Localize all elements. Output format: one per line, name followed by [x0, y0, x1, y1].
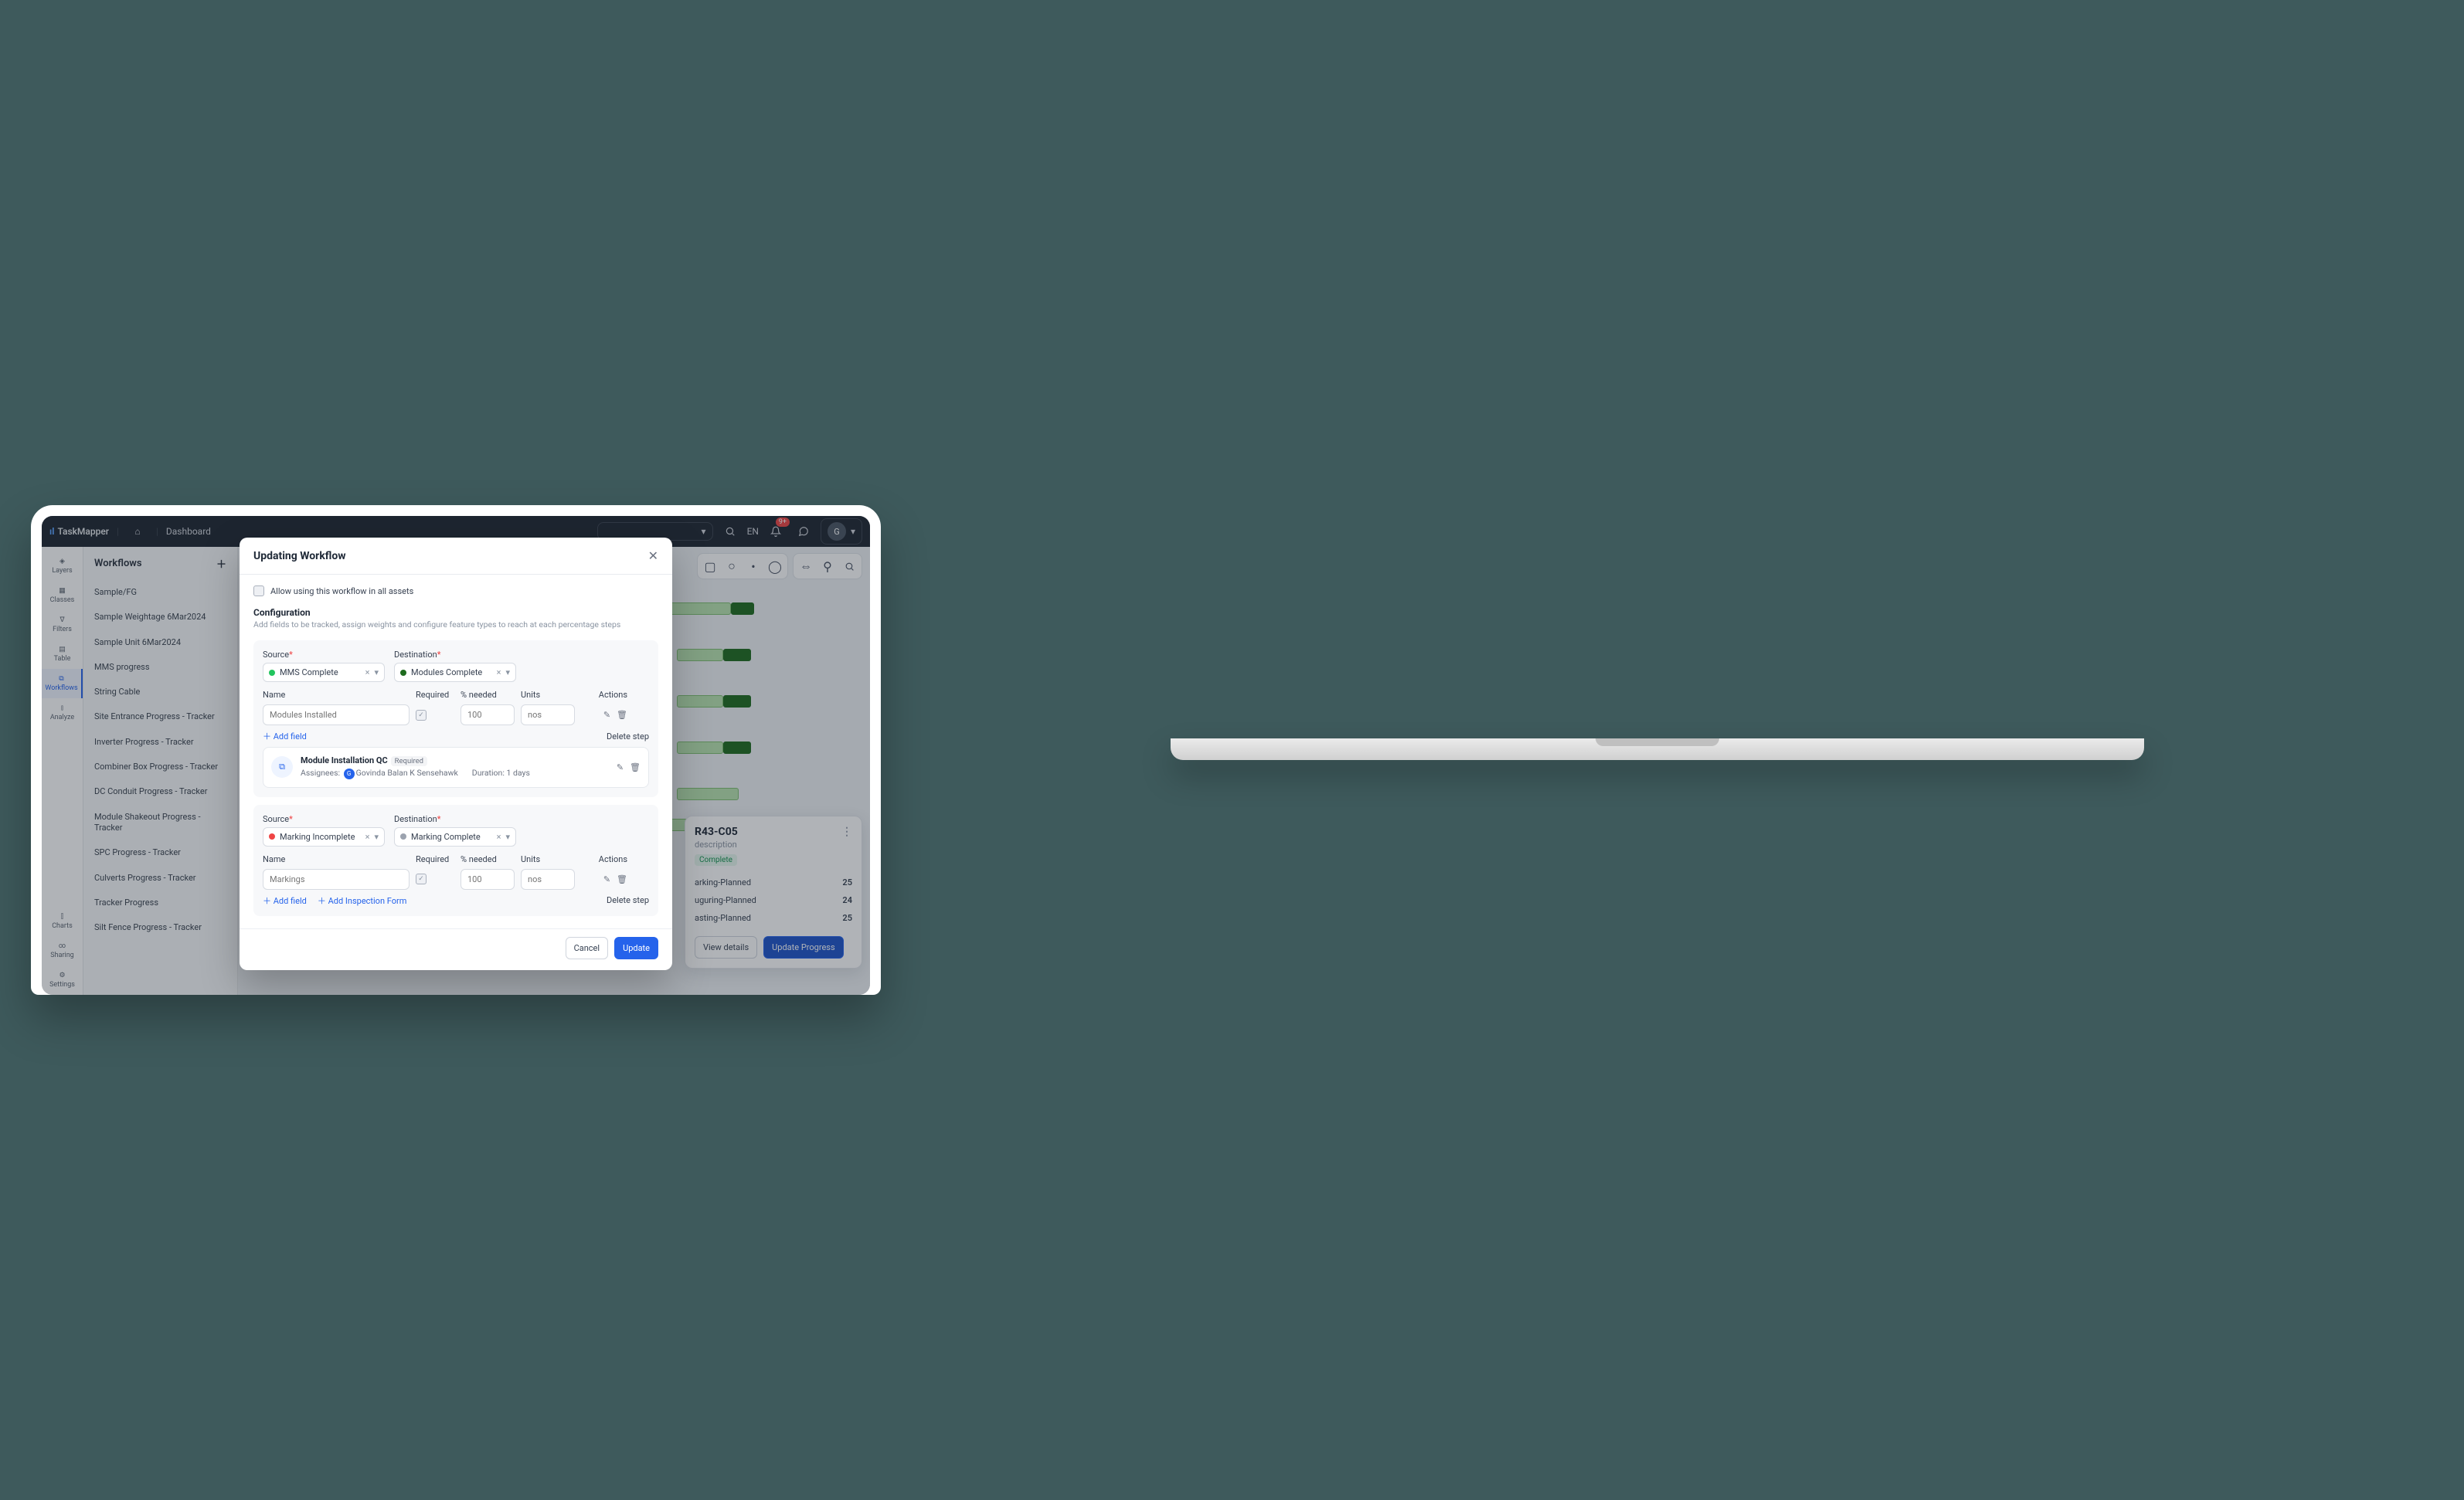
chevron-down-icon[interactable]: ▾ [374, 832, 379, 842]
source-label: Source* [263, 650, 385, 660]
dest-select[interactable]: Modules Complete×▾ [394, 663, 516, 682]
add-field-link[interactable]: ＋ Add field [263, 730, 307, 742]
dest-label: Destination* [394, 650, 516, 660]
config-heading: Configuration [253, 607, 658, 618]
delete-icon[interactable]: 🗑 [617, 710, 627, 720]
required-checkbox[interactable]: ✓ [416, 874, 427, 884]
workflow-icon: ⧉ [271, 756, 293, 778]
clear-icon[interactable]: × [365, 667, 370, 677]
qc-card: ⧉Module Installation QCRequiredAssignees… [263, 747, 649, 788]
chevron-down-icon[interactable]: ▾ [505, 832, 510, 842]
config-hint: Add fields to be tracked, assign weights… [253, 619, 658, 630]
add-field-link[interactable]: ＋ Add field [263, 894, 307, 907]
chevron-down-icon[interactable]: ▾ [505, 667, 510, 677]
add-inspection-link[interactable]: ＋ Add Inspection Form [318, 894, 407, 907]
allow-checkbox[interactable] [253, 585, 264, 596]
delete-icon[interactable]: 🗑 [630, 762, 641, 772]
units-input[interactable] [521, 704, 575, 725]
modal-backdrop: Updating Workflow ✕ Allow using this wor… [42, 516, 870, 995]
source-select[interactable]: MMS Complete×▾ [263, 663, 385, 682]
update-workflow-modal: Updating Workflow ✕ Allow using this wor… [240, 538, 672, 970]
needed-input[interactable] [461, 704, 515, 725]
delete-step-link[interactable]: Delete step [607, 895, 649, 905]
edit-icon[interactable]: ✎ [617, 762, 624, 772]
required-checkbox[interactable]: ✓ [416, 710, 427, 721]
modal-title: Updating Workflow [253, 550, 346, 562]
workflow-step: Source* MMS Complete×▾ Destination* Modu… [253, 640, 658, 797]
field-name-input[interactable] [263, 704, 410, 725]
clear-icon[interactable]: × [497, 832, 501, 842]
clear-icon[interactable]: × [497, 667, 501, 677]
source-select[interactable]: Marking Incomplete×▾ [263, 827, 385, 847]
update-button[interactable]: Update [614, 937, 658, 959]
field-name-input[interactable] [263, 869, 410, 890]
edit-icon[interactable]: ✎ [603, 710, 610, 720]
cancel-button[interactable]: Cancel [566, 937, 608, 959]
source-label: Source* [263, 814, 385, 824]
close-icon[interactable]: ✕ [648, 548, 658, 563]
edit-icon[interactable]: ✎ [603, 874, 610, 884]
dest-label: Destination* [394, 814, 516, 824]
needed-input[interactable] [461, 869, 515, 890]
dest-select[interactable]: Marking Complete×▾ [394, 827, 516, 847]
delete-step-link[interactable]: Delete step [607, 731, 649, 742]
units-input[interactable] [521, 869, 575, 890]
workflow-step: Source* Marking Incomplete×▾ Destination… [253, 805, 658, 916]
clear-icon[interactable]: × [365, 832, 370, 842]
allow-label: Allow using this workflow in all assets [270, 586, 413, 596]
delete-icon[interactable]: 🗑 [617, 874, 627, 884]
chevron-down-icon[interactable]: ▾ [374, 667, 379, 677]
